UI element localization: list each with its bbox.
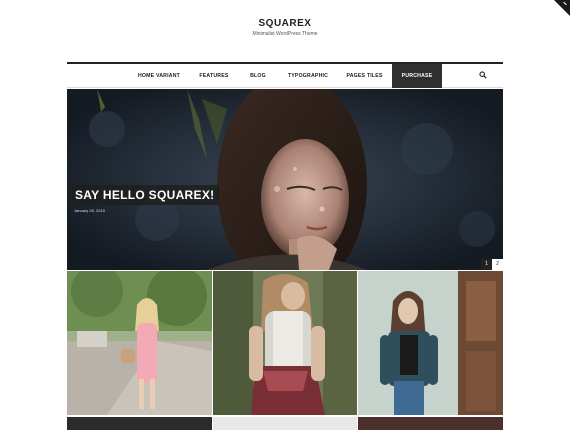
site-tagline: Minimalist WordPress Theme: [252, 31, 318, 37]
post-tile-partial-1[interactable]: [67, 417, 212, 430]
search-icon[interactable]: [479, 71, 487, 79]
nav-item-blog[interactable]: BLOG: [237, 64, 279, 88]
nav-item-purchase[interactable]: PURCHASE: [392, 64, 442, 88]
post-image: [213, 271, 357, 415]
post-image: [67, 271, 212, 415]
hero-slider[interactable]: SAY HELLO SQUAREX! January 26, 2015 1 2: [67, 89, 503, 270]
post-image: [358, 271, 503, 415]
hero-image: [67, 89, 503, 270]
nav-item-features[interactable]: FEATURES: [191, 64, 237, 88]
site-logo[interactable]: SQUAREX: [0, 18, 570, 29]
hero-date: January 26, 2015: [74, 208, 105, 213]
nav-item-pages-tiles[interactable]: PAGES TILES: [337, 64, 392, 88]
post-tile-plaid[interactable]: [213, 271, 357, 415]
corner-ribbon-icon[interactable]: [554, 0, 570, 16]
hero-title[interactable]: SAY HELLO SQUAREX!: [72, 185, 220, 205]
nav-item-typographic[interactable]: TYPOGRAPHIC: [279, 64, 337, 88]
main-nav: HOME VARIANT FEATURES BLOG TYPOGRAPHIC P…: [67, 62, 503, 88]
post-tile-wall[interactable]: [358, 271, 503, 415]
slider-pager: 1 2: [481, 259, 503, 270]
site-header: SQUAREX Minimalist WordPress Theme: [0, 18, 570, 37]
slider-page-2[interactable]: 2: [492, 259, 503, 270]
post-tile-partial-2[interactable]: [213, 417, 357, 430]
post-tile-partial-3[interactable]: [358, 417, 503, 430]
nav-item-home-variant[interactable]: HOME VARIANT: [127, 64, 191, 88]
slider-page-1[interactable]: 1: [481, 259, 492, 270]
post-tile-street[interactable]: [67, 271, 212, 415]
